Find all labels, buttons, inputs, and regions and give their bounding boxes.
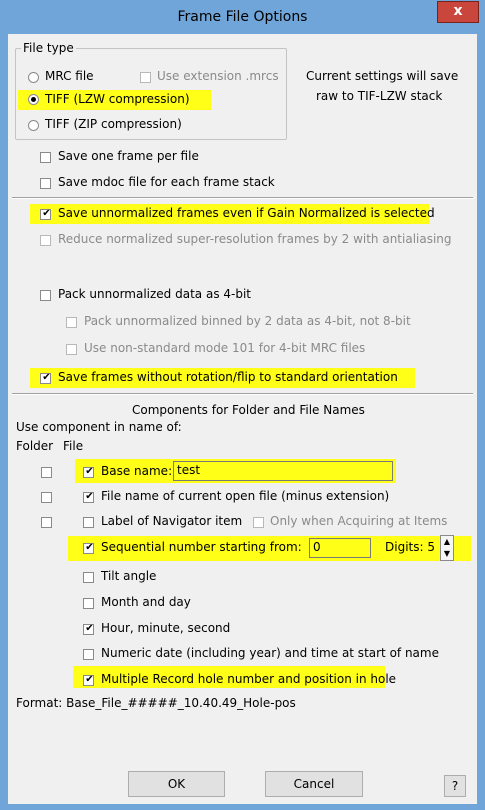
multi-record-label: Multiple Record hole number and position… — [101, 672, 397, 686]
file-checkbox-base-name[interactable]: ✔ — [83, 466, 94, 478]
pack4-label: Pack unnormalized data as 4-bit — [58, 287, 252, 301]
dialog-window: Frame File Options x File type MRC file … — [0, 0, 485, 810]
dialog-client: File type MRC file Use extension .mrcs T… — [8, 34, 477, 804]
checkbox-pack4[interactable] — [40, 290, 51, 301]
sequential-label: Sequential number starting from: — [101, 540, 302, 554]
nav-label-label: Label of Navigator item — [101, 514, 243, 528]
use-extension-label: Use extension .mrcs — [157, 69, 279, 83]
checkbox-pack-binned[interactable] — [66, 317, 77, 328]
folder-checkbox-current-file[interactable] — [41, 492, 52, 503]
reduce-label: Reduce normalized super-resolution frame… — [58, 232, 452, 246]
current-settings-line2: raw to TIF-LZW stack — [316, 89, 443, 103]
radio-tiff-zip-label: TIFF (ZIP compression) — [45, 117, 182, 131]
help-button[interactable]: ? — [444, 775, 466, 797]
file-checkbox-tilt[interactable] — [83, 572, 94, 583]
folder-checkbox-nav-label[interactable] — [41, 517, 52, 528]
unnormalized-label: Save unnormalized frames even if Gain No… — [58, 206, 435, 220]
base-name-input[interactable]: test — [173, 461, 393, 481]
file-checkbox-month-day[interactable] — [83, 598, 94, 609]
format-preview: Format: Base_File_#####_10.40.49_Hole-po… — [16, 696, 296, 710]
radio-mrc[interactable] — [28, 72, 39, 83]
cancel-button[interactable]: Cancel — [265, 771, 363, 797]
checkbox-reduce[interactable] — [40, 235, 51, 246]
checkbox-use-extension[interactable] — [140, 72, 151, 83]
radio-mrc-label: MRC file — [45, 69, 94, 83]
checkbox-mdoc[interactable] — [40, 178, 51, 189]
file-checkbox-numeric-date[interactable] — [83, 649, 94, 660]
file-column-header: File — [63, 439, 84, 453]
use-component-label: Use component in name of: — [16, 420, 182, 434]
month-day-label: Month and day — [101, 595, 191, 609]
pack-binned-label: Pack unnormalized binned by 2 data as 4-… — [84, 314, 411, 328]
sequential-start-input[interactable]: 0 — [309, 538, 371, 558]
spin-down-icon[interactable]: ▼ — [441, 548, 453, 560]
base-name-label: Base name: — [101, 464, 173, 478]
checkbox-one-frame[interactable] — [40, 152, 51, 163]
radio-tiff-lzw-label: TIFF (LZW compression) — [45, 92, 190, 106]
checkbox-no-rotation[interactable]: ✔ — [40, 372, 51, 384]
radio-tiff-zip[interactable] — [28, 120, 39, 131]
components-heading: Components for Folder and File Names — [132, 403, 365, 417]
file-checkbox-sequential[interactable]: ✔ — [83, 542, 94, 554]
file-type-legend: File type — [21, 41, 76, 55]
no-rotation-label: Save frames without rotation/flip to sta… — [58, 370, 398, 384]
tilt-label: Tilt angle — [101, 569, 157, 583]
title-bar[interactable]: Frame File Options x — [0, 0, 485, 34]
file-checkbox-multi-record[interactable]: ✔ — [83, 674, 94, 686]
separator-2 — [12, 393, 473, 395]
mode101-label: Use non-standard mode 101 for 4-bit MRC … — [84, 341, 366, 355]
spin-up-icon[interactable]: ▲ — [441, 536, 453, 548]
checkbox-mode101[interactable] — [66, 344, 77, 355]
close-button[interactable]: x — [437, 1, 479, 23]
mdoc-label: Save mdoc file for each frame stack — [58, 175, 275, 189]
numeric-date-label: Numeric date (including year) and time a… — [101, 646, 439, 660]
only-acquiring-label: Only when Acquiring at Items — [270, 514, 448, 528]
window-title: Frame File Options — [177, 9, 308, 25]
ok-button[interactable]: OK — [128, 771, 225, 797]
one-frame-label: Save one frame per file — [58, 149, 199, 163]
folder-column-header: Folder — [16, 439, 54, 453]
current-settings-line1: Current settings will save — [306, 69, 459, 83]
radio-tiff-lzw[interactable] — [28, 94, 39, 105]
digits-spinner[interactable]: ▲ ▼ — [440, 535, 454, 561]
file-checkbox-nav-label[interactable] — [83, 517, 94, 528]
checkbox-unnormalized[interactable]: ✔ — [40, 208, 51, 220]
file-checkbox-hms[interactable]: ✔ — [83, 623, 94, 635]
folder-checkbox-base-name[interactable] — [41, 467, 52, 478]
digits-label: Digits: 5 — [385, 540, 435, 554]
file-checkbox-current-file[interactable]: ✔ — [83, 491, 94, 503]
current-file-label: File name of current open file (minus ex… — [101, 489, 390, 503]
separator-1 — [12, 197, 473, 199]
hms-label: Hour, minute, second — [101, 621, 231, 635]
checkbox-only-acquiring[interactable] — [253, 517, 264, 528]
